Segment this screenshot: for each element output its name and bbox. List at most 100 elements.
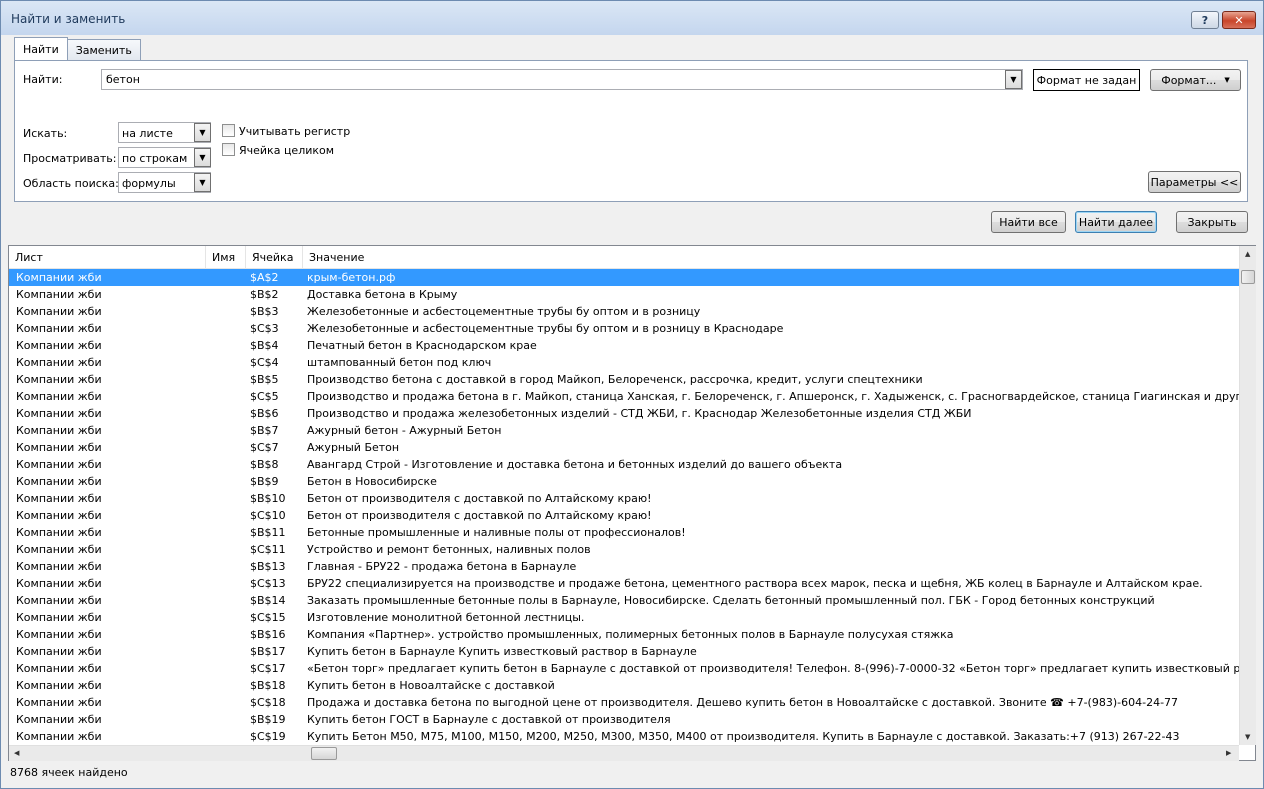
cell-value: Железобетонные и асбестоцементные трубы …: [307, 322, 784, 335]
table-row[interactable]: Компании жби $C$4 штампованный бетон под к…: [9, 354, 1239, 371]
match-case-checkbox[interactable]: [222, 124, 235, 137]
cell-sheet: Компании жби: [16, 424, 102, 437]
table-row[interactable]: Компании жби $B$7 Ажурный бетон - Ажурный …: [9, 422, 1239, 439]
close-button[interactable]: Закрыть: [1176, 211, 1248, 233]
column-header-sheet[interactable]: Лист: [9, 246, 206, 269]
table-row[interactable]: Компании жби $A$2 крым-бетон.рф: [9, 269, 1239, 286]
cell-value: штампованный бетон под ключ: [307, 356, 492, 369]
column-header-name[interactable]: Имя: [206, 246, 246, 269]
cell-sheet: Компании жби: [16, 679, 102, 692]
horizontal-scrollbar[interactable]: ◀ ▶: [9, 745, 1239, 761]
table-row[interactable]: Компании жби $B$3 Железобетонные и асбесто…: [9, 303, 1239, 320]
column-header-value[interactable]: Значение: [303, 246, 1239, 269]
cell-sheet: Компании жби: [16, 560, 102, 573]
chevron-down-icon: ▼: [1010, 75, 1017, 84]
match-case-label[interactable]: Учитывать регистр: [239, 125, 350, 138]
options-toggle-button[interactable]: Параметры <<: [1148, 171, 1241, 193]
cell-value: Доставка бетона в Крыму: [307, 288, 458, 301]
format-button[interactable]: Формат... ▼: [1150, 69, 1241, 91]
cell-sheet: Компании жби: [16, 713, 102, 726]
table-row[interactable]: Компании жби $B$4 Печатный бетон в Краснод…: [9, 337, 1239, 354]
cell-value: Производство бетона с доставкой в город …: [307, 373, 923, 386]
table-row[interactable]: Компании жби $B$9 Бетон в Новосибирске: [9, 473, 1239, 490]
table-row[interactable]: Компании жби $C$13 БРУ22 специализируется …: [9, 575, 1239, 592]
cell-sheet: Компании жби: [16, 628, 102, 641]
table-row[interactable]: Компании жби $B$13 Главная - БРУ22 - прода…: [9, 558, 1239, 575]
table-row[interactable]: Компании жби $B$11 Бетонные промышленные и…: [9, 524, 1239, 541]
chevron-down-icon: ▼: [199, 128, 206, 137]
find-next-button[interactable]: Найти далее: [1075, 211, 1157, 233]
find-history-dropdown[interactable]: ▼: [1005, 70, 1022, 89]
cell-sheet: Компании жби: [16, 594, 102, 607]
scroll-down-icon[interactable]: ▼: [1245, 733, 1250, 741]
cell-address: $B$2: [250, 288, 279, 301]
table-row[interactable]: Компании жби $B$8 Авангард Строй - Изготов…: [9, 456, 1239, 473]
cell-sheet: Компании жби: [16, 458, 102, 471]
cell-value: Купить бетон в Новоалтайске с доставкой: [307, 679, 555, 692]
cell-address: $B$4: [250, 339, 279, 352]
cell-value: Бетонные промышленные и наливные полы от…: [307, 526, 686, 539]
scroll-left-icon[interactable]: ◀: [14, 749, 19, 757]
cell-address: $C$10: [250, 509, 286, 522]
cell-value: Изготовление монолитной бетонной лестниц…: [307, 611, 585, 624]
cell-value: Печатный бетон в Краснодарском крае: [307, 339, 537, 352]
tab-replace[interactable]: Заменить: [66, 39, 141, 60]
table-row[interactable]: Компании жби $B$5 Производство бетона с до…: [9, 371, 1239, 388]
results-list[interactable]: Лист Имя Ячейка Значение Компании жби $A$…: [8, 245, 1256, 761]
cell-value: Авангард Строй - Изготовление и доставка…: [307, 458, 843, 471]
table-row[interactable]: Компании жби $B$14 Заказать промышленные б…: [9, 592, 1239, 609]
table-row[interactable]: Компании жби $C$15 Изготовление монолитной…: [9, 609, 1239, 626]
table-row[interactable]: Компании жби $B$6 Производство и продажа ж…: [9, 405, 1239, 422]
look-through-dropdown[interactable]: ▼: [194, 148, 211, 167]
cell-address: $C$18: [250, 696, 286, 709]
scroll-up-icon[interactable]: ▲: [1245, 250, 1250, 258]
cell-sheet: Компании жби: [16, 373, 102, 386]
table-row[interactable]: Компании жби $B$17 Купить бетон в Барнауле…: [9, 643, 1239, 660]
look-in-dropdown[interactable]: ▼: [194, 173, 211, 192]
cell-sheet: Компании жби: [16, 390, 102, 403]
whole-cell-checkbox[interactable]: [222, 143, 235, 156]
cell-sheet: Компании жби: [16, 356, 102, 369]
find-all-button[interactable]: Найти все: [991, 211, 1066, 233]
results-count: 8768 ячеек найдено: [10, 766, 128, 779]
table-row[interactable]: Компании жби $C$10 Бетон от производителя …: [9, 507, 1239, 524]
tab-find[interactable]: Найти: [14, 37, 68, 60]
chevron-down-icon: ▼: [199, 153, 206, 162]
cell-value: Ажурный бетон - Ажурный Бетон: [307, 424, 502, 437]
format-button-label: Формат...: [1161, 73, 1217, 87]
help-button[interactable]: ?: [1191, 11, 1219, 29]
whole-cell-label[interactable]: Ячейка целиком: [239, 144, 334, 157]
table-row[interactable]: Компании жби $B$19 Купить бетон ГОСТ в Бар…: [9, 711, 1239, 728]
table-row[interactable]: Компании жби $C$11 Устройство и ремонт бет…: [9, 541, 1239, 558]
table-row[interactable]: Компании жби $C$18 Продажа и доставка бето…: [9, 694, 1239, 711]
vertical-scrollbar[interactable]: ▲ ▼: [1239, 246, 1256, 745]
close-window-button[interactable]: ✕: [1222, 11, 1256, 29]
cell-value: Железобетонные и асбестоцементные трубы …: [307, 305, 701, 318]
cell-sheet: Компании жби: [16, 696, 102, 709]
cell-address: $C$4: [250, 356, 279, 369]
table-row[interactable]: Компании жби $C$19 Купить Бетон М50, М75, …: [9, 728, 1239, 745]
table-row[interactable]: Компании жби $C$17 «Бетон торг» предлагает…: [9, 660, 1239, 677]
horizontal-scroll-thumb[interactable]: [311, 747, 337, 760]
dialog-client: Найти Заменить Найти: ▼ Формат не задан …: [8, 35, 1256, 783]
table-row[interactable]: Компании жби $C$5 Производство и продажа б…: [9, 388, 1239, 405]
table-row[interactable]: Компании жби $B$18 Купить бетон в Новоалта…: [9, 677, 1239, 694]
title-bar[interactable]: Найти и заменить ? ✕: [1, 1, 1263, 35]
cell-sheet: Компании жби: [16, 577, 102, 590]
table-row[interactable]: Компании жби $B$16 Компания «Партнер». уст…: [9, 626, 1239, 643]
column-header-cell[interactable]: Ячейка: [246, 246, 303, 269]
table-row[interactable]: Компании жби $C$3 Железобетонные и асбесто…: [9, 320, 1239, 337]
cell-sheet: Компании жби: [16, 475, 102, 488]
table-row[interactable]: Компании жби $C$7 Ажурный Бетон: [9, 439, 1239, 456]
table-row[interactable]: Компании жби $B$10 Бетон от производителя …: [9, 490, 1239, 507]
cell-address: $B$17: [250, 645, 286, 658]
search-in-dropdown[interactable]: ▼: [194, 123, 211, 142]
table-row[interactable]: Компании жби $B$2 Доставка бетона в Крыму: [9, 286, 1239, 303]
vertical-scroll-thumb[interactable]: [1241, 270, 1255, 284]
format-status: Формат не задан: [1033, 69, 1140, 91]
cell-value: Бетон от производителя с доставкой по Ал…: [307, 492, 652, 505]
chevron-down-icon: ▼: [199, 178, 206, 187]
find-input[interactable]: [101, 69, 1023, 90]
scroll-right-icon[interactable]: ▶: [1226, 749, 1231, 757]
cell-sheet: Компании жби: [16, 611, 102, 624]
